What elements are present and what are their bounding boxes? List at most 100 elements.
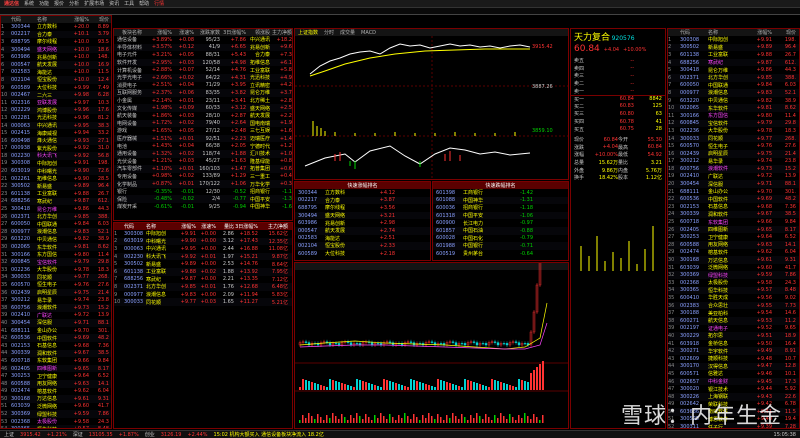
right-list-row[interactable]: 35 600410 华胜天成 +9.56 9.02 — [668, 294, 799, 302]
col-sector-name[interactable]: 板块名称 — [114, 29, 150, 36]
fall-rank-row[interactable]: 600900 长江电力 -0.97 — [433, 219, 568, 227]
left-list-row[interactable]: 44 300339 润和软件 +9.67 38.5 — [1, 349, 111, 358]
left-list-row[interactable]: 9 600589 大位科技 +9.99 7.49 — [1, 84, 111, 92]
rise-rank-row[interactable]: 600589 大位科技 +2.18 — [295, 250, 430, 258]
col-stock-pct[interactable]: 涨幅% — [176, 223, 196, 230]
left-list-row[interactable]: 28 000977 浪潮信息 +9.83 52.1 — [1, 228, 111, 236]
bid-row[interactable]: 买四 60.78 41 — [571, 118, 665, 126]
left-list-row[interactable]: 14 000063 中兴通讯 +9.95 38.3 — [1, 121, 111, 130]
fall-rank-row[interactable]: 600519 贵州茅台 -0.64 — [433, 250, 568, 258]
col-sector-count[interactable]: 涨跌家数 — [194, 29, 220, 36]
kline-chart[interactable] — [294, 262, 569, 429]
right-list-row[interactable]: 11 300166 东方国信 +9.80 11.4 — [668, 112, 799, 120]
col-sector-leader[interactable]: 领涨股 — [246, 29, 270, 36]
col-stock-code[interactable]: 代码 — [124, 223, 146, 230]
right-list-row[interactable]: 32 300369 绿盟科技 +9.59 7.86 — [668, 271, 799, 279]
left-list-row[interactable]: 35 600570 恒生电子 +9.76 27.6 — [1, 281, 111, 289]
right-list-row[interactable]: 45 600571 信雅达 +9.46 10.1 — [668, 370, 799, 378]
right-col-name[interactable]: 名称 — [708, 29, 744, 36]
left-list-row[interactable]: 19 300308 中际旭创 +9.91 198. — [1, 160, 111, 168]
left-list-row[interactable]: 54300365恒华科技+9.578.48 — [1, 425, 111, 428]
right-list-row[interactable]: 10 002065 东华软件 +9.81 8.62 — [668, 104, 799, 112]
left-list-row[interactable]: 12 002229 鸿博股份 +9.96 17.6 — [1, 106, 111, 115]
sector-row[interactable]: 化学制品 +0.87% +0.01 170/122 +1.06 万华化学 +0.3 — [114, 180, 292, 188]
left-list-row[interactable]: 48 600588 用友网络 +9.63 14.1 — [1, 379, 111, 388]
left-list-row[interactable]: 18 002230 科大讯飞 +9.92 56.8 — [1, 152, 111, 160]
rise-rank-row[interactable]: 603986 兆易创新 +2.98 — [295, 219, 430, 227]
right-list-row[interactable]: 46 002657 中科金财 +9.45 17.3 — [668, 377, 799, 386]
fall-rank-row[interactable]: 601318 中国平安 -1.06 — [433, 211, 568, 220]
left-list-row[interactable]: 40 300454 深信服 +9.71 88.1 — [1, 319, 111, 327]
stock-row[interactable]: 9 000977 浪潮信息 +9.83 +0.00 2.09 +11.94 5.83亿 — [114, 291, 292, 299]
left-list-row[interactable]: 42 600536 中国软件 +9.69 48.2 — [1, 334, 111, 342]
stock-row[interactable]: 6 601138 工业富联 +9.88 +0.02 1.88 +13.92 7.95亿 — [114, 267, 292, 276]
right-list-row[interactable]: 38 600271 航天信息 +9.53 11.2 — [668, 316, 799, 325]
sector-row[interactable]: 通用设备 +1.32% +0.02 118/74 +1.88 汇川技术 +1.0 — [114, 149, 292, 158]
left-list-row[interactable]: 52 300369 绿盟科技 +9.59 7.86 — [1, 410, 111, 418]
rise-rank-row[interactable]: 300344 立方数科 +4.12 — [295, 189, 430, 197]
right-list-row[interactable]: 14 300033 同花顺 +9.77 268. — [668, 134, 799, 143]
right-list-row[interactable]: 21 688111 金山办公 +9.70 301. — [668, 188, 799, 196]
stock-row[interactable]: 1 300308 中际旭创 +9.91 +0.00 2.86 +18.52 15.62亿 — [114, 230, 292, 238]
sector-row[interactable]: 游戏 +1.65% +0.05 27/12 +2.48 三七互娱 +1.6 — [114, 127, 292, 135]
right-list-row[interactable]: 4 688256 寒武纪 +9.87 612. — [668, 58, 799, 67]
fall-rank-row[interactable]: 601988 中国银行 -0.71 — [433, 242, 568, 250]
right-list-row[interactable]: 33 002368 太极股份 +9.58 24.3 — [668, 279, 799, 287]
fall-rank-row[interactable]: 601398 工商银行 -1.42 — [433, 189, 568, 197]
right-list-row[interactable]: 42 300271 华宇软件 +9.49 8.91 — [668, 347, 799, 355]
sector-row[interactable]: 软件开发 +2.95% +0.03 120/58 +4.98 拓维信息 +6.1 — [114, 58, 292, 67]
sector-row[interactable]: 煤炭开采 -0.61% -0.01 9/25 -0.94 中国神华 -1.6 — [114, 203, 292, 211]
sector-row[interactable]: 光学光电子 +2.66% +0.02 64/22 +4.31 光迅科技 +4.9 — [114, 73, 292, 82]
menu-item-function[interactable]: 功能 — [39, 0, 49, 7]
col-sector-3d[interactable]: 3日涨幅% — [220, 29, 246, 36]
left-list-row[interactable]: 29 603220 中贝通信 +9.82 38.9 — [1, 236, 111, 244]
sector-row[interactable]: 汽车零部件 +1.10% +0.01 160/103 +1.47 拓普集团 +0.6 — [114, 165, 292, 173]
fall-rank-row[interactable]: 600036 招商银行 -1.18 — [433, 204, 568, 212]
left-list-row[interactable]: 49 002474 榕基软件 +9.62 6.04 — [1, 388, 111, 396]
rise-rank-row[interactable]: 002583 海能达 +2.51 — [295, 235, 430, 243]
right-list-row[interactable]: 12 600845 宝信软件 +9.79 29.8 — [668, 119, 799, 128]
right-list-row[interactable]: 25 600718 东软集团 +9.66 9.84 — [668, 218, 799, 226]
ask-row[interactable]: 卖四 -- — [571, 65, 665, 73]
sector-row[interactable]: 计算机设备 +2.88% +0.07 52/14 +4.76 工业富联 +5.8 — [114, 66, 292, 74]
fall-rank-title[interactable]: 快速跌幅排名 — [433, 182, 568, 189]
right-list-row[interactable]: 6 002371 北方华创 +9.85 388. — [668, 73, 799, 82]
right-list-row[interactable]: 47 300020 银江技术 +9.44 5.92 — [668, 385, 799, 393]
right-col-price[interactable]: 现价 — [772, 29, 796, 36]
right-list-row[interactable]: 18 600756 浪潮软件 +9.73 15.2 — [668, 165, 799, 173]
ask-row[interactable]: 卖五 -- — [571, 57, 665, 65]
sector-row[interactable]: 消费电子 +2.51% +0.04 71/29 +3.95 立讯精密 +4.2 — [114, 82, 292, 90]
left-list-row[interactable]: 21 002261 拓维信息 +9.90 28.5 — [1, 175, 111, 183]
rise-rank-row[interactable]: 688795 摩尔线程 +3.56 — [295, 204, 430, 212]
right-list-row[interactable]: 28 600588 用友网络 +9.63 14.1 — [668, 241, 799, 249]
left-list-row[interactable]: 16 600498 烽火通信 +9.93 27.1 — [1, 136, 111, 145]
left-list-row[interactable]: 24 688256 寒武纪 +9.87 612. — [1, 197, 111, 206]
sector-row[interactable]: 银行 -0.35% -0.01 12/30 -0.52 招商银行 -1.1 — [114, 188, 292, 196]
left-list-row[interactable]: 34 300033 同花顺 +9.77 268. — [1, 273, 111, 282]
right-list-row[interactable]: 19 002410 广联达 +9.72 13.9 — [668, 173, 799, 181]
right-list-row[interactable]: 26 002405 四维图新 +9.65 8.17 — [668, 225, 799, 234]
index-chart-tab-volume[interactable]: 成交量 — [340, 29, 355, 36]
menu-item-tools[interactable]: 工具 — [124, 0, 134, 7]
index-chart-tab-intraday[interactable]: 分时 — [324, 29, 334, 36]
col-sector-flow[interactable]: 主力净额 — [270, 29, 292, 36]
ask-row[interactable]: 卖一 -- — [571, 87, 665, 95]
stock-row[interactable]: 3 000063 中兴通讯 +9.95 +0.00 2.44 +16.88 11.08亿 — [114, 245, 292, 253]
right-list-row[interactable]: 40 300229 拓尔思 +9.51 18.9 — [668, 332, 799, 340]
stock-row[interactable]: 7 688256 寒武纪 +9.87 +0.00 2.21 +13.35 7.12亿 — [114, 276, 292, 284]
left-list-row[interactable]: 53 002368 太极股份 +9.58 24.3 — [1, 418, 111, 426]
sector-row[interactable]: 文化传媒 +1.98% +0.09 60/33 +3.12 盛天网络 +2.5 — [114, 104, 292, 112]
right-list-row[interactable]: 44 300170 汉得信息 +9.47 12.8 — [668, 362, 799, 371]
right-list-row[interactable]: 17 300212 易华录 +9.74 23.8 — [668, 158, 799, 166]
right-list-row[interactable]: 22 600536 中国软件 +9.69 48.2 — [668, 195, 799, 204]
fall-rank-row[interactable]: 601857 中国石油 -0.88 — [433, 226, 568, 235]
right-list-row[interactable]: 36 002383 合众思壮 +9.55 7.73 — [668, 301, 799, 310]
left-list-row[interactable]: 39 002410 广联达 +9.72 13.9 — [1, 312, 111, 320]
right-list-row[interactable]: 43 002609 捷顺科技 +9.48 10.7 — [668, 355, 799, 363]
stock-row[interactable]: 4 002230 科大讯飞 +9.92 +0.01 1.97 +15.21 9.87亿 — [114, 252, 292, 261]
rise-rank-title[interactable]: 快速涨幅排名 — [295, 182, 430, 189]
menu-item-extended[interactable]: 扩展市场 — [84, 0, 104, 7]
left-list-row[interactable]: 50 300168 万达信息 +9.61 9.31 — [1, 395, 111, 403]
right-list-row[interactable]: 41 603918 金桥信息 +9.50 16.4 — [668, 340, 799, 348]
right-list-row[interactable]: 39 002197 证通电子 +9.52 9.65 — [668, 325, 799, 333]
